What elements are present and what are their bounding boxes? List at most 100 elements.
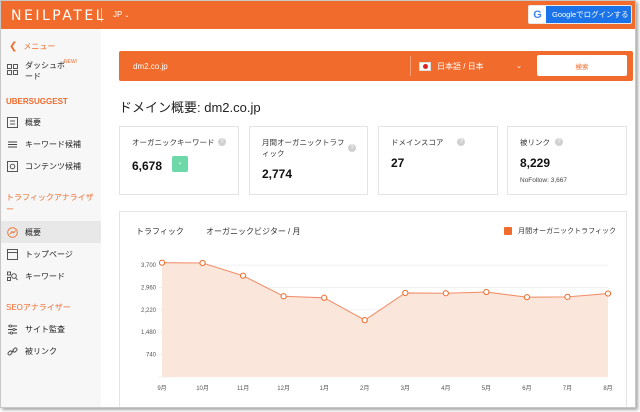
card-value: 8,229 (520, 156, 551, 170)
site-audit-icon (6, 323, 18, 335)
search-bar: dm2.co.jp 日本語 / 日本 ⌄ 検索 (119, 51, 633, 81)
x-tick-label: 11月 (237, 385, 249, 392)
data-point (280, 293, 287, 300)
x-tick-label: 12月 (277, 385, 290, 392)
new-badge: NEW! (64, 59, 78, 65)
google-login-button[interactable]: G Googleでログインする (528, 5, 632, 24)
info-icon[interactable]: ? (555, 138, 563, 146)
change-badge: + (172, 156, 188, 172)
language-select-value: 日本語 / 日本 (437, 61, 484, 71)
data-point (564, 293, 571, 300)
data-point (321, 294, 328, 301)
sidebar-item-keyword-ideas[interactable]: キーワード候補 (1, 133, 101, 155)
chevron-left-icon: ❮ (9, 41, 18, 52)
x-tick-label: 10月 (196, 385, 209, 392)
card-label: 月間オーガニックトラフ ィック (262, 137, 345, 159)
sidebar-item-overview[interactable]: 概要 (1, 111, 101, 133)
card-label: オーガニックキーワード (132, 138, 215, 147)
x-tick-label: 8月 (603, 385, 612, 392)
section-ubersuggest: UBERSUGGEST (6, 97, 68, 106)
content-ideas-icon (6, 160, 18, 172)
card-label-line1: 月間オーガニックトラフ (262, 138, 345, 147)
traffic-overview-icon (6, 226, 18, 238)
data-point (402, 289, 409, 297)
y-tick-label: 2,960 (141, 285, 157, 291)
card-domain-score: ドメインスコア ? 27 (378, 126, 498, 195)
japan-flag-icon (419, 61, 431, 71)
data-point (199, 259, 206, 267)
top-pages-icon (6, 248, 18, 260)
sidebar-item-label: 被リンク (25, 346, 57, 356)
x-tick-label: 2月 (360, 385, 369, 392)
x-tick-label: 3月 (401, 385, 410, 392)
language-select[interactable]: 日本語 / 日本 ⌄ (419, 56, 524, 76)
data-point (239, 272, 247, 279)
dashboard-label-line2: ード (25, 72, 41, 81)
info-icon[interactable]: ? (348, 144, 356, 152)
keyword-ideas-icon (6, 138, 18, 150)
app-window: NEILPATEL JP ⌄ G Googleでログインする ❮ メニュー ダッシュ… (0, 0, 636, 408)
traffic-chart-card: トラフィック オーガニックビジター / 月 月間オーガニックトラフィック 740… (119, 211, 627, 407)
x-tick-label: 5月 (482, 385, 491, 392)
card-label: 被リンク (520, 138, 550, 147)
page-title: ドメイン概要: dm2.co.jp (119, 100, 261, 115)
sidebar-item-label: 概要 (25, 227, 41, 237)
top-bar: NEILPATEL JP ⌄ G Googleでログインする (1, 1, 635, 29)
sidebar-item-label: キーワード (25, 271, 65, 281)
x-tick-label: 1月 (320, 385, 329, 392)
sidebar-item-label: コンテンツ候補 (25, 161, 81, 171)
card-label-line2: ィック (262, 149, 285, 158)
google-login-label: Googleでログインする (552, 10, 629, 19)
link-icon (6, 345, 18, 357)
section-traffic-analyzer: トラフィックアナライザ ー (6, 192, 94, 216)
y-tick-label: 3,700 (141, 263, 157, 269)
card-value: 27 (391, 156, 405, 170)
x-tick-label: 9月 (157, 385, 166, 392)
google-icon: G (529, 6, 546, 23)
sidebar-item-site-audit[interactable]: サイト監査 (1, 318, 101, 340)
domain-search-input[interactable]: dm2.co.jp (125, 56, 411, 76)
card-organic-keywords: オーガニックキーワード ? 6,678 + (119, 126, 239, 195)
y-tick-label: 2,220 (141, 308, 157, 314)
sidebar-item-label: 概要 (25, 117, 41, 127)
info-icon[interactable]: ? (218, 138, 226, 146)
data-point (523, 294, 531, 301)
sidebar-item-label: キーワード候補 (25, 139, 81, 149)
chevron-down-icon: ⌄ (516, 63, 522, 70)
dashboard-label-line1: ダッシュボ (25, 61, 65, 70)
section-seo-analyzer: SEOアナライザー (6, 303, 71, 312)
section-traffic-line1: トラフィックアナライザ (6, 193, 94, 202)
menu-back-link[interactable]: ❮ メニュー (9, 41, 55, 52)
language-label: JP (113, 10, 123, 19)
data-point (483, 288, 490, 296)
logo-divider (101, 8, 102, 22)
nofollow-count: NoFollow: 3,667 (520, 177, 567, 184)
section-traffic-line2: ー (6, 205, 14, 214)
site-logo[interactable]: NEILPATEL (11, 8, 106, 24)
y-tick-label: 1,480 (141, 330, 157, 336)
card-label: ドメインスコア (391, 138, 444, 147)
sidebar-item-content-ideas[interactable]: コンテンツ候補 (1, 155, 101, 177)
main-content: dm2.co.jp 日本語 / 日本 ⌄ 検索 ドメイン概要: dm2.co.j… (101, 29, 635, 407)
sidebar-item-label: サイト監査 (25, 324, 65, 334)
menu-label: メニュー (23, 42, 56, 51)
chevron-down-icon: ⌄ (124, 13, 130, 19)
sidebar-item-top-pages[interactable]: トップページ (1, 243, 101, 265)
sidebar-item-keywords[interactable]: キーワード (1, 265, 101, 287)
data-point (604, 290, 612, 297)
language-dropdown[interactable]: JP ⌄ (113, 10, 129, 19)
sidebar-item-traffic-overview[interactable]: 概要 (1, 221, 101, 243)
data-point (361, 317, 368, 324)
dashboard-icon (6, 63, 18, 75)
info-icon[interactable]: ? (457, 138, 465, 146)
x-tick-label: 4月 (441, 385, 450, 392)
sidebar: ❮ メニュー ダッシュボ ード NEW! UBERSUGGEST 概要 キーワード… (1, 29, 101, 407)
sidebar-item-backlinks[interactable]: 被リンク (1, 340, 101, 362)
card-monthly-organic-traffic: 月間オーガニックトラフ ィック ? 2,774 (249, 126, 368, 195)
keywords-search-icon (6, 270, 18, 282)
traffic-chart: 740 1,480 2,220 2,960 3,700 9月 10月 11月 12月 1月 2月 3月… (141, 259, 613, 392)
data-point (158, 259, 166, 266)
card-backlinks: 被リンク ? 8,229 NoFollow: 3,667 (507, 126, 627, 195)
sidebar-item-dashboard[interactable]: ダッシュボ ード NEW! (1, 59, 101, 85)
search-button[interactable]: 検索 (537, 55, 627, 76)
